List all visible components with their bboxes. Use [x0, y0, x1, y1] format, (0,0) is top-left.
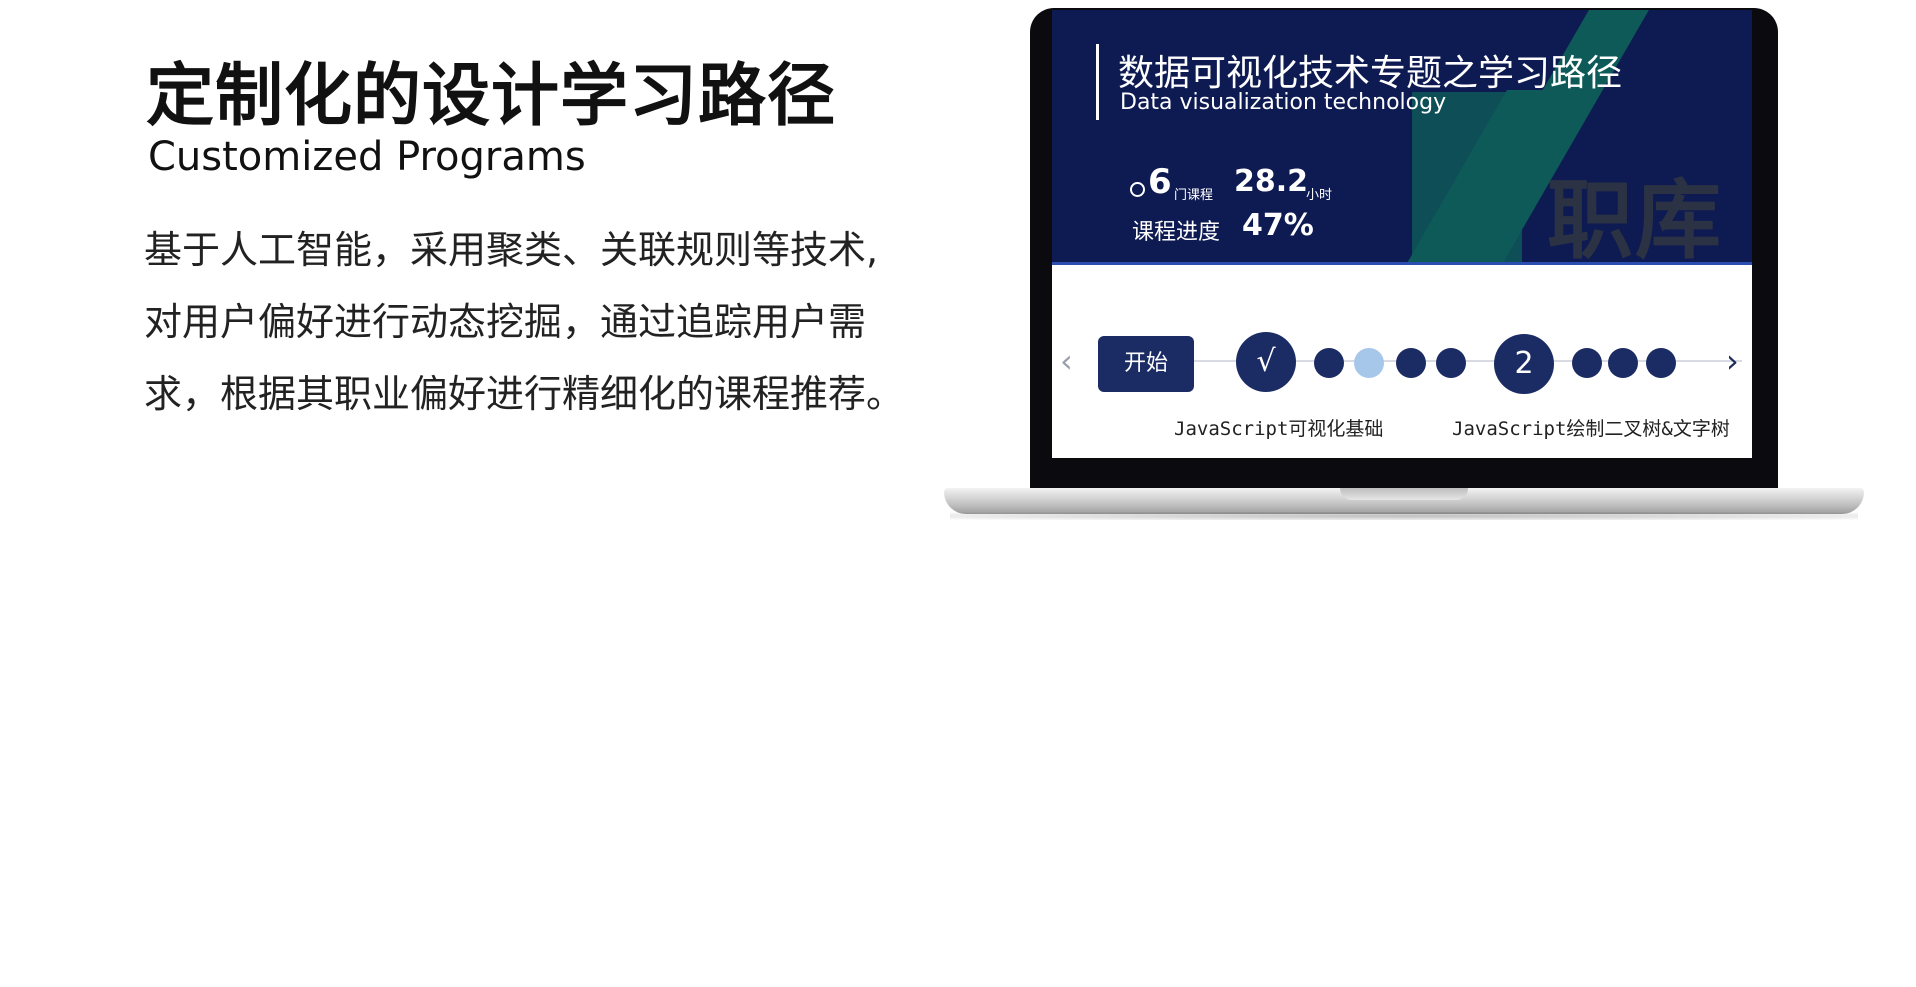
path-node[interactable] — [1572, 348, 1602, 378]
laptop-shadow — [950, 512, 1858, 520]
laptop-screen: 职库 数据可视化技术专题之学习路径 Data visualization tec… — [1052, 10, 1752, 458]
chevron-left-icon[interactable]: ‹ — [1060, 342, 1073, 380]
courses-count: 6 — [1148, 162, 1172, 202]
screen-subtitle: Data visualization technology — [1120, 90, 1447, 115]
description: 基于人工智能，采用聚类、关联规则等技术, 对用户偏好进行动态挖掘，通过追踪用户需… — [144, 214, 944, 430]
screen-title: 数据可视化技术专题之学习路径 — [1118, 53, 1623, 94]
hours-unit: 小时 — [1306, 188, 1333, 203]
path-node[interactable] — [1608, 348, 1638, 378]
circle-icon — [1130, 182, 1145, 197]
laptop-notch — [1340, 488, 1468, 500]
page-title: 定制化的设计学习路径 — [146, 57, 837, 136]
description-line: 求，根据其职业偏好进行精细化的课程推荐。 — [144, 372, 905, 416]
completed-node[interactable]: √ — [1236, 332, 1296, 392]
brand-watermark: 职库 — [1547, 171, 1723, 264]
hours-value: 28.2 — [1234, 164, 1309, 199]
description-line: 对用户偏好进行动态挖掘，通过追踪用户需 — [144, 300, 867, 344]
course-label: JavaScript可视化基础 — [1174, 418, 1384, 440]
course-label: JavaScript绘制二叉树&文字树 — [1452, 418, 1730, 440]
progress-value: 47% — [1242, 208, 1314, 243]
path-node[interactable] — [1646, 348, 1676, 378]
screen-header: 职库 数据可视化技术专题之学习路径 Data visualization tec… — [1052, 10, 1752, 264]
divider — [1052, 262, 1752, 265]
path-node-current[interactable] — [1354, 348, 1384, 378]
title-accent-bar — [1096, 44, 1099, 120]
chevron-right-icon[interactable]: › — [1726, 342, 1739, 380]
start-button[interactable]: 开始 — [1098, 336, 1194, 392]
path-node[interactable] — [1436, 348, 1466, 378]
path-node[interactable] — [1396, 348, 1426, 378]
page: 定制化的设计学习路径 Customized Programs 基于人工智能，采用… — [0, 0, 1916, 987]
node-two[interactable]: 2 — [1494, 334, 1554, 394]
description-line: 基于人工智能，采用聚类、关联规则等技术, — [144, 228, 879, 272]
path-node[interactable] — [1314, 348, 1344, 378]
page-subtitle: Customized Programs — [148, 134, 586, 180]
progress-label: 课程进度 — [1132, 220, 1221, 245]
courses-unit: 门课程 — [1174, 188, 1214, 203]
